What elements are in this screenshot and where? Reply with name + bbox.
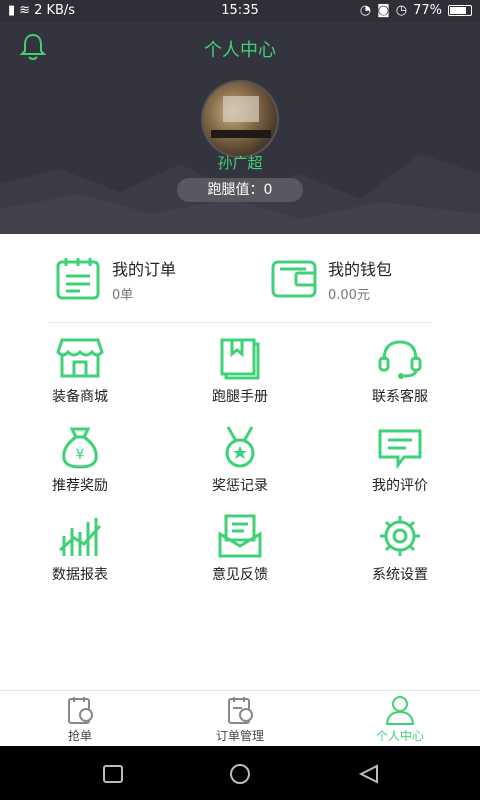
divider	[48, 322, 432, 323]
my-orders[interactable]: 我的订单 0单	[54, 254, 176, 304]
menu-handbook-label: 跑腿手册	[212, 389, 268, 405]
menu-reports[interactable]: 数据报表	[0, 508, 160, 588]
menu-reviews-label: 我的评价	[372, 478, 428, 494]
money-bag-icon: ¥	[62, 427, 98, 469]
medal-icon	[225, 426, 255, 468]
menu-rewards-label: 奖惩记录	[212, 478, 268, 494]
tab-order-management[interactable]: 订单管理	[160, 695, 320, 744]
tab-personal-center[interactable]: 个人中心	[320, 695, 480, 744]
svg-text:¥: ¥	[76, 447, 85, 463]
menu-reports-label: 数据报表	[52, 567, 108, 583]
tab-grab-order[interactable]: 抢单	[0, 695, 160, 744]
menu-shop-label: 装备商城	[52, 389, 108, 405]
chart-icon	[59, 518, 102, 556]
menu-referral[interactable]: ¥ 推荐奖励	[0, 419, 160, 499]
my-wallet-label: 我的钱包	[328, 259, 393, 279]
bottom-tab-bar: 抢单 订单管理 个人中心	[0, 690, 480, 746]
menu-support[interactable]: 联系客服	[320, 330, 480, 410]
battery-icon	[448, 5, 472, 16]
mute-icon: ◔	[359, 3, 372, 18]
my-wallet[interactable]: 我的钱包 0.00元	[270, 254, 392, 304]
summary-row: 我的订单 0单 我的钱包 0.00元	[0, 234, 480, 322]
back-icon[interactable]	[358, 764, 380, 784]
status-bar: ▮ ≋ 2 KB/s 15:35 ◔ ◙ ◷ 77%	[0, 0, 480, 22]
menu-shop[interactable]: 装备商城	[0, 330, 160, 410]
headset-icon	[378, 340, 422, 379]
menu-feedback-label: 意见反馈	[212, 567, 268, 583]
menu-feedback[interactable]: 意见反馈	[160, 508, 320, 588]
menu-settings[interactable]: 系统设置	[320, 508, 480, 588]
menu-handbook[interactable]: 跑腿手册	[160, 330, 320, 410]
person-icon	[385, 696, 415, 725]
menu-settings-label: 系统设置	[372, 567, 428, 583]
wallet-balance: 0.00元	[328, 287, 370, 303]
menu-support-label: 联系客服	[372, 389, 428, 405]
my-orders-count: 0单	[112, 287, 134, 303]
run-value-badge: 跑腿值：0	[177, 178, 303, 202]
book-icon	[220, 338, 260, 380]
page-title: 个人中心	[204, 40, 276, 61]
recent-apps-icon[interactable]	[102, 764, 124, 784]
order-management-icon	[228, 697, 253, 724]
alarm-icon: ◷	[395, 3, 408, 18]
home-icon[interactable]	[228, 764, 252, 784]
shop-icon	[56, 338, 104, 378]
order-list-icon	[56, 258, 100, 300]
menu-referral-label: 推荐奖励	[52, 478, 108, 494]
avatar[interactable]	[201, 80, 279, 158]
battery-level: 77%	[413, 3, 442, 18]
feedback-icon	[218, 514, 262, 558]
gear-icon	[380, 516, 420, 556]
menu-reviews[interactable]: 我的评价	[320, 419, 480, 499]
tab-personal-center-label: 个人中心	[375, 729, 424, 743]
my-orders-label: 我的订单	[112, 259, 177, 279]
lock-icon: ◙	[377, 3, 390, 18]
grab-order-icon	[68, 697, 93, 724]
tab-order-management-label: 订单管理	[215, 729, 264, 743]
tab-grab-order-label: 抢单	[67, 729, 92, 743]
wallet-icon	[271, 260, 317, 298]
comment-icon	[378, 429, 422, 469]
system-navigation-bar	[0, 746, 480, 800]
username: 孙广超	[217, 154, 263, 172]
menu-rewards[interactable]: 奖惩记录	[160, 419, 320, 499]
profile-header: 个人中心 孙广超 跑腿值：0	[0, 22, 480, 234]
status-right: ◔ ◙ ◷ 77%	[360, 3, 472, 18]
